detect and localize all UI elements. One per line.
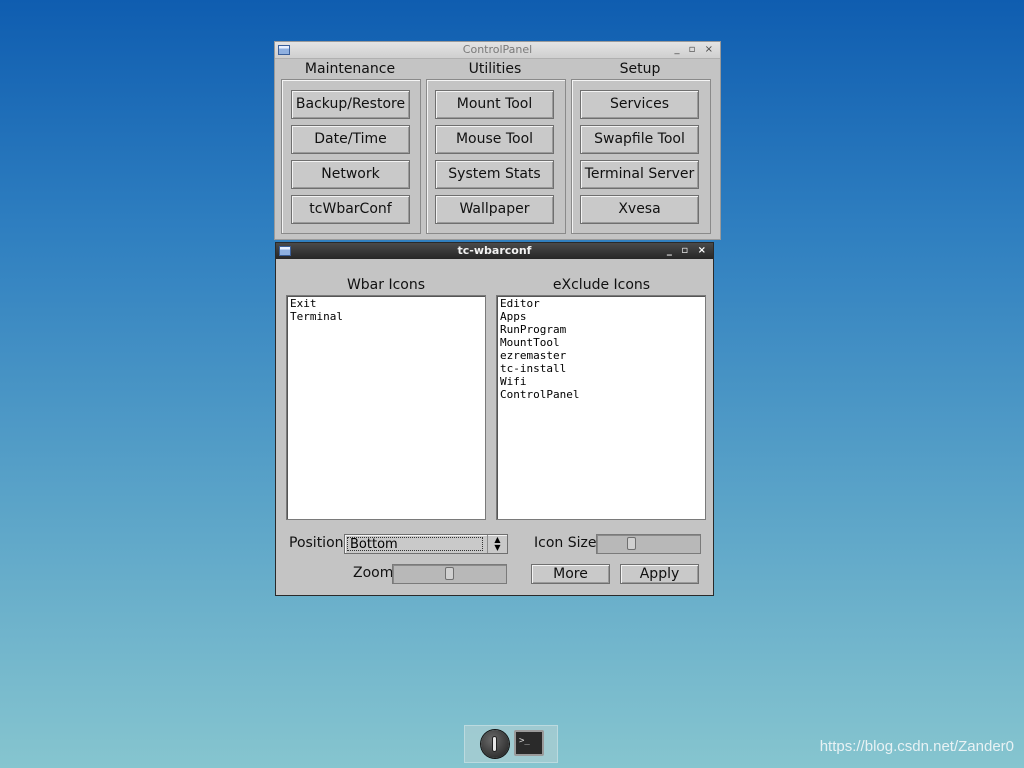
wbarconf-title: tc-wbarconf <box>457 244 532 257</box>
slider-knob[interactable] <box>445 567 454 580</box>
wbarconf-window: tc-wbarconf _ ▫ × Wbar Icons eXclude Ico… <box>275 242 714 596</box>
mouse-tool-button[interactable]: Mouse Tool <box>435 125 554 154</box>
controlpanel-title: ControlPanel <box>462 43 533 56</box>
zoom-label: Zoom <box>353 565 394 581</box>
date-time-button[interactable]: Date/Time <box>291 125 410 154</box>
list-item[interactable]: Editor <box>500 297 702 310</box>
wbar-icons-list[interactable]: Exit Terminal <box>286 295 486 520</box>
list-item[interactable]: ControlPanel <box>500 388 702 401</box>
power-icon[interactable] <box>481 730 509 758</box>
wallpaper-button[interactable]: Wallpaper <box>435 195 554 224</box>
window-menu-icon[interactable] <box>279 246 291 256</box>
slider-knob[interactable] <box>627 537 636 550</box>
exclude-icons-label: eXclude Icons <box>552 277 651 293</box>
services-button[interactable]: Services <box>580 90 699 119</box>
column-title-utilities: Utilities <box>468 61 522 77</box>
window-controls[interactable]: _ ▫ × <box>667 243 709 259</box>
network-button[interactable]: Network <box>291 160 410 189</box>
list-item[interactable]: Terminal <box>290 310 482 323</box>
wbar-icons-label: Wbar Icons <box>346 277 426 293</box>
list-item[interactable]: Exit <box>290 297 482 310</box>
terminal-icon[interactable]: >_ <box>514 730 544 756</box>
swapfile-tool-button[interactable]: Swapfile Tool <box>580 125 699 154</box>
xvesa-button[interactable]: Xvesa <box>580 195 699 224</box>
icon-size-slider[interactable] <box>596 534 701 554</box>
position-select[interactable]: Bottom ▲ ▼ <box>344 534 508 554</box>
list-item[interactable]: MountTool <box>500 336 702 349</box>
apply-button[interactable]: Apply <box>620 564 699 584</box>
terminal-server-button[interactable]: Terminal Server <box>580 160 699 189</box>
column-title-setup: Setup <box>619 61 661 77</box>
column-title-maintenance: Maintenance <box>304 61 396 77</box>
position-label: Position <box>289 535 344 551</box>
more-button[interactable]: More <box>531 564 610 584</box>
list-item[interactable]: Wifi <box>500 375 702 388</box>
tcwbarconf-button[interactable]: tcWbarConf <box>291 195 410 224</box>
list-item[interactable]: Apps <box>500 310 702 323</box>
icon-size-label: Icon Size <box>534 535 597 551</box>
list-item[interactable]: tc-install <box>500 362 702 375</box>
wbarconf-titlebar[interactable]: tc-wbarconf _ ▫ × <box>276 243 713 259</box>
group-utilities: Mount Tool Mouse Tool System Stats Wallp… <box>426 79 566 234</box>
exclude-icons-list[interactable]: Editor Apps RunProgram MountTool ezremas… <box>496 295 706 520</box>
wbar-dock: >_ <box>464 725 558 763</box>
controlpanel-window: ControlPanel _ ▫ × Maintenance Utilities… <box>274 41 721 240</box>
list-item[interactable]: RunProgram <box>500 323 702 336</box>
system-stats-button[interactable]: System Stats <box>435 160 554 189</box>
position-select-value: Bottom <box>347 537 483 552</box>
window-menu-icon[interactable] <box>278 45 290 55</box>
controlpanel-titlebar[interactable]: ControlPanel _ ▫ × <box>275 42 720 59</box>
window-controls[interactable]: _ ▫ × <box>674 42 716 58</box>
spin-arrows-icon: ▲ ▼ <box>487 535 507 553</box>
group-setup: Services Swapfile Tool Terminal Server X… <box>571 79 711 234</box>
mount-tool-button[interactable]: Mount Tool <box>435 90 554 119</box>
zoom-slider[interactable] <box>392 564 507 584</box>
backup-restore-button[interactable]: Backup/Restore <box>291 90 410 119</box>
watermark-text: https://blog.csdn.net/Zander0 <box>819 738 1014 755</box>
list-item[interactable]: ezremaster <box>500 349 702 362</box>
group-maintenance: Backup/Restore Date/Time Network tcWbarC… <box>281 79 421 234</box>
